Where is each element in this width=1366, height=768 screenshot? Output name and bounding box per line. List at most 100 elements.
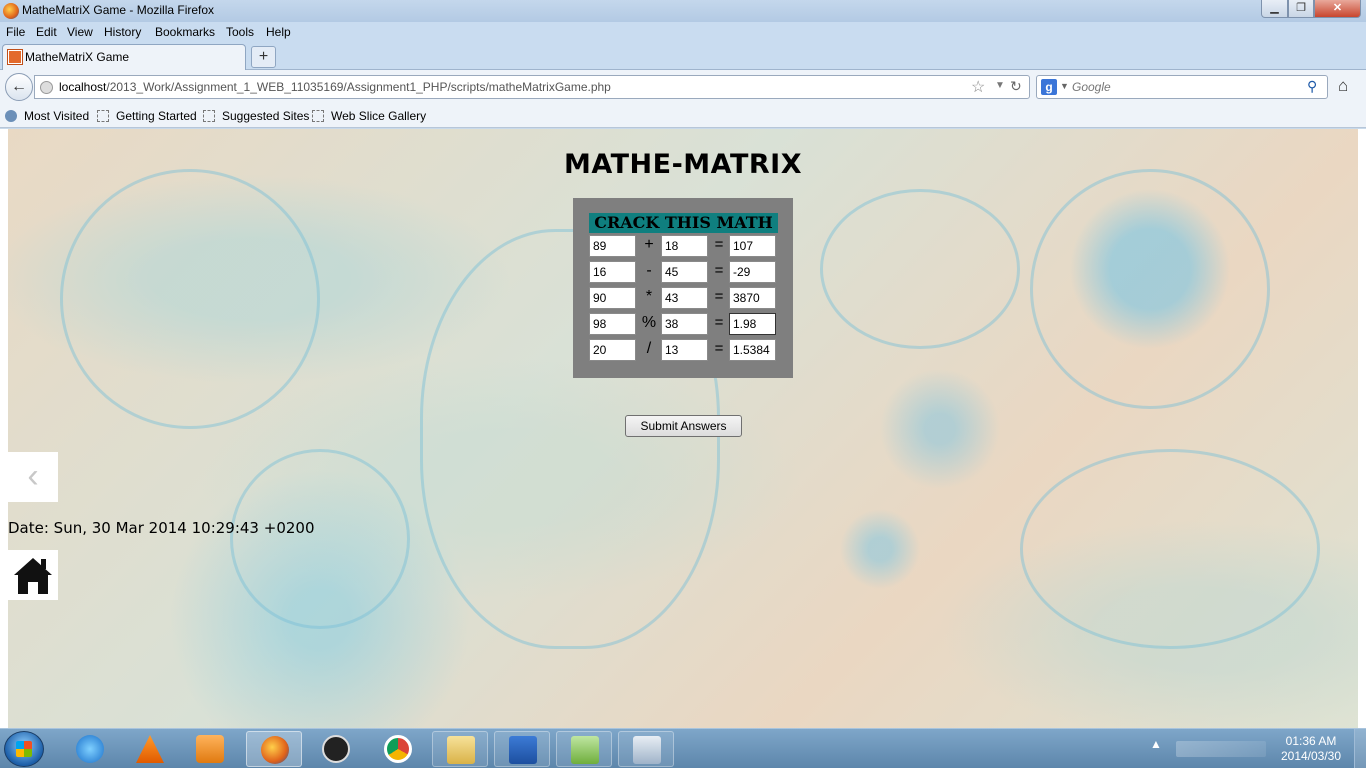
- operator-label: /: [646, 340, 652, 357]
- operator-label: %: [641, 314, 657, 331]
- hp-icon: [322, 735, 350, 763]
- show-desktop-button[interactable]: [1354, 729, 1366, 768]
- windows-taskbar: ▲ 01:36 AM 2014/03/30: [0, 728, 1366, 768]
- menu-bookmarks[interactable]: Bookmarks: [155, 25, 215, 39]
- equals-label: =: [714, 262, 724, 279]
- equation-row: 90 * 43 = 3870: [589, 287, 779, 309]
- operator-label: -: [646, 262, 652, 279]
- bookmark-most-visited[interactable]: Most Visited: [24, 109, 89, 123]
- search-bar[interactable]: g ▼ Google ⚲: [1036, 75, 1328, 99]
- bookmark-star-icon[interactable]: ☆: [971, 77, 985, 97]
- background-decoration: [820, 189, 1020, 349]
- menu-file[interactable]: File: [6, 25, 25, 39]
- background-decoration: [230, 449, 410, 629]
- bookmarks-toolbar: Most Visited Getting Started Suggested S…: [0, 104, 1366, 128]
- operand-b-field[interactable]: 45: [661, 261, 708, 283]
- new-tab-button[interactable]: +: [251, 46, 276, 68]
- taskbar-notepad[interactable]: [556, 731, 612, 767]
- folder-icon: [447, 736, 475, 764]
- tab-mathematrix-game[interactable]: MatheMatriX Game: [2, 44, 246, 70]
- taskbar-word[interactable]: [494, 731, 550, 767]
- globe-icon: [40, 81, 53, 94]
- equals-label: =: [714, 340, 724, 357]
- bookmark-getting-started[interactable]: Getting Started: [116, 109, 197, 123]
- menu-tools[interactable]: Tools: [226, 25, 254, 39]
- equation-row: 89 + 18 = 107: [589, 235, 779, 257]
- vlc-icon: [136, 735, 164, 763]
- address-bar[interactable]: localhost/2013_Work/Assignment_1_WEB_110…: [34, 75, 1030, 99]
- most-visited-icon: [5, 110, 17, 122]
- operator-label: *: [645, 288, 653, 305]
- internet-explorer-icon: [76, 735, 104, 763]
- system-tray-expand-icon[interactable]: ▲: [1150, 737, 1162, 751]
- taskbar-explorer[interactable]: [432, 731, 488, 767]
- search-input[interactable]: Google: [1072, 80, 1111, 94]
- media-player-icon: [196, 735, 224, 763]
- home-button[interactable]: ⌂: [1338, 76, 1348, 96]
- system-tray-icons[interactable]: [1176, 741, 1266, 757]
- chrome-icon: [384, 735, 412, 763]
- page-title: MATHE-MATRIX: [563, 149, 803, 180]
- taskbar-hp[interactable]: [308, 731, 364, 767]
- puzzle-header: CRACK THIS MATH: [589, 213, 778, 233]
- navigation-toolbar: localhost/2013_Work/Assignment_1_WEB_110…: [0, 70, 1366, 104]
- maximize-button[interactable]: ❐: [1288, 0, 1314, 18]
- back-button[interactable]: ←: [5, 73, 33, 101]
- web-slice-gallery-icon: [312, 110, 324, 122]
- equals-label: =: [714, 236, 724, 253]
- submit-answers-button[interactable]: Submit Answers: [625, 415, 742, 437]
- home-icon: [14, 558, 52, 594]
- answer-field[interactable]: -29: [729, 261, 776, 283]
- minimize-button[interactable]: ▁: [1261, 0, 1288, 18]
- history-dropdown-icon[interactable]: ▼: [995, 80, 1005, 91]
- right-edge: [1358, 129, 1366, 728]
- firefox-icon: [261, 736, 289, 764]
- operand-a-field[interactable]: 16: [589, 261, 636, 283]
- background-decoration: [1020, 449, 1320, 649]
- bookmark-suggested-sites[interactable]: Suggested Sites: [222, 109, 309, 123]
- operand-a-field[interactable]: 90: [589, 287, 636, 309]
- operand-a-field[interactable]: 20: [589, 339, 636, 361]
- calculator-icon: [633, 736, 661, 764]
- close-button[interactable]: ✕: [1314, 0, 1361, 18]
- operand-b-field[interactable]: 18: [661, 235, 708, 257]
- start-button[interactable]: [4, 731, 44, 767]
- taskbar-calculator[interactable]: [618, 731, 674, 767]
- previous-arrow-button[interactable]: ‹: [8, 452, 58, 502]
- operand-b-field[interactable]: 43: [661, 287, 708, 309]
- search-icon[interactable]: ⚲: [1307, 78, 1317, 95]
- getting-started-icon: [97, 110, 109, 122]
- menu-help[interactable]: Help: [266, 25, 291, 39]
- home-link-button[interactable]: [8, 550, 58, 600]
- operator-label: +: [644, 236, 654, 253]
- answer-field[interactable]: 1.5384: [729, 339, 776, 361]
- url-text: localhost/2013_Work/Assignment_1_WEB_110…: [59, 80, 611, 94]
- taskbar-chrome[interactable]: [370, 731, 426, 767]
- window-title: MatheMatriX Game - Mozilla Firefox: [22, 3, 215, 17]
- search-engine-dropdown-icon[interactable]: ▼: [1060, 81, 1069, 91]
- equals-label: =: [714, 288, 724, 305]
- operand-b-field[interactable]: 13: [661, 339, 708, 361]
- windows-logo-icon: [16, 741, 32, 757]
- word-icon: [509, 736, 537, 764]
- taskbar-vlc[interactable]: [122, 731, 178, 767]
- answer-field[interactable]: 3870: [729, 287, 776, 309]
- reload-icon[interactable]: ↻: [1010, 78, 1022, 95]
- taskbar-firefox[interactable]: [246, 731, 302, 767]
- taskbar-internet-explorer[interactable]: [62, 731, 118, 767]
- menu-view[interactable]: View: [67, 25, 93, 39]
- equals-label: =: [714, 314, 724, 331]
- notepad-icon: [571, 736, 599, 764]
- operand-b-field[interactable]: 38: [661, 313, 708, 335]
- menu-history[interactable]: History: [104, 25, 141, 39]
- bookmark-web-slice-gallery[interactable]: Web Slice Gallery: [331, 109, 426, 123]
- operand-a-field[interactable]: 98: [589, 313, 636, 335]
- tab-favicon-icon: [7, 49, 23, 65]
- taskbar-clock[interactable]: 01:36 AM 2014/03/30: [1274, 734, 1348, 764]
- taskbar-media-player[interactable]: [182, 731, 238, 767]
- answer-field[interactable]: 107: [729, 235, 776, 257]
- answer-field[interactable]: 1.98: [729, 313, 776, 335]
- google-icon[interactable]: g: [1041, 79, 1057, 95]
- operand-a-field[interactable]: 89: [589, 235, 636, 257]
- menu-edit[interactable]: Edit: [36, 25, 57, 39]
